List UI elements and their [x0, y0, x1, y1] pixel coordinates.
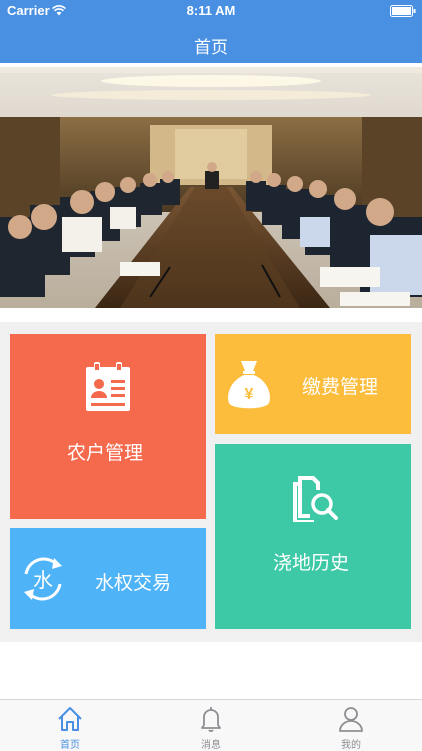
- feature-grid: 农户管理 ¥ 缴费管理 水 水权交易 浇地历史: [0, 322, 422, 642]
- status-bar: Carrier 8:11 AM: [0, 0, 422, 22]
- id-card-icon: [86, 362, 130, 411]
- tab-messages-label: 消息: [201, 740, 221, 751]
- money-bag-icon: ¥: [228, 361, 270, 409]
- document-search-icon: [293, 476, 338, 522]
- tab-profile-label: 我的: [341, 740, 361, 751]
- tab-profile[interactable]: 我的: [281, 700, 421, 751]
- fee-management-label: 缴费管理: [302, 376, 379, 398]
- fee-management-tile[interactable]: ¥ 缴费管理: [215, 334, 411, 434]
- water-rights-tile[interactable]: 水 水权交易: [10, 528, 206, 629]
- farmer-management-tile[interactable]: 农户管理: [10, 334, 206, 519]
- page-title: 首页: [194, 38, 228, 58]
- status-time: 8:11 AM: [186, 3, 236, 18]
- tab-home[interactable]: 首页: [0, 700, 140, 751]
- meeting-room-photo: [0, 67, 422, 308]
- bell-icon: [201, 707, 221, 732]
- tab-home-label: 首页: [60, 740, 80, 751]
- water-glyph: 水: [33, 568, 53, 592]
- water-rights-label: 水权交易: [95, 572, 172, 594]
- banner-image[interactable]: [0, 67, 422, 308]
- yen-glyph: ¥: [245, 386, 254, 403]
- app-header: Carrier 8:11 AM 首页: [0, 0, 422, 63]
- farmer-management-label: 农户管理: [67, 442, 144, 464]
- irrigation-history-label: 浇地历史: [273, 552, 350, 574]
- irrigation-history-tile[interactable]: 浇地历史: [215, 444, 411, 629]
- home-icon: [58, 707, 82, 731]
- tab-messages[interactable]: 消息: [141, 700, 281, 751]
- battery-icon: [390, 5, 416, 17]
- water-cycle-icon: 水: [24, 557, 62, 601]
- tab-bar: 首页 消息 我的: [0, 699, 422, 751]
- user-icon: [339, 707, 363, 732]
